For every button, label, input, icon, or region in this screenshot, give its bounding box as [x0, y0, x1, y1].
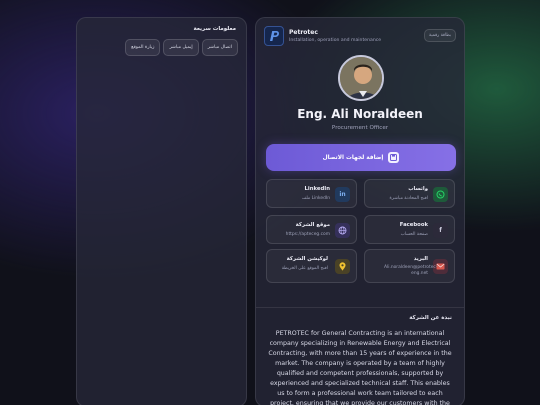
linkedin-tile[interactable]: in LinkedIn ملف LinkedIn — [266, 179, 357, 208]
whatsapp-value: افتح المحادثة مباشرة — [389, 196, 429, 201]
company-name: Petrotec — [289, 29, 318, 36]
person-name: Eng. Ali Noraldeen — [297, 107, 423, 121]
digital-card-button[interactable]: بطاقة رقمية — [424, 29, 456, 42]
about-text: PETROTEC for General Contracting is an i… — [268, 330, 452, 405]
save-contact-button[interactable]: إضافة لجهات الاتصال — [266, 144, 456, 171]
direct-call-button[interactable]: اتصال مباشر — [201, 39, 238, 56]
email-value: Ali.noraldeen@petrotec-eng.net — [384, 265, 438, 276]
website-name: موقع الشركة — [295, 222, 330, 228]
location-tile[interactable]: لوكيشن الشركة افتح الموقع على الخريطة — [266, 249, 357, 283]
location-name: لوكيشن الشركة — [286, 256, 328, 262]
card-header: Petrotec Installation, operation and mai… — [264, 26, 456, 48]
logo-icon — [264, 26, 284, 46]
globe-icon — [335, 223, 350, 238]
person-role: Procurement Officer — [331, 125, 389, 131]
whatsapp-icon — [433, 187, 448, 202]
website-value: https://apteceg.com — [285, 232, 330, 237]
direct-email-button[interactable]: إيميل مباشر — [163, 39, 199, 56]
visit-website-button[interactable]: زيارة الموقع — [125, 39, 161, 56]
quick-actions: اتصال مباشر إيميل مباشر زيارة الموقع — [125, 39, 238, 56]
location-value: افتح الموقع على الخريطة — [281, 266, 328, 271]
location-pin-icon — [335, 259, 350, 274]
company-tagline: Installation, operation and maintenance — [289, 38, 382, 43]
facebook-tile[interactable]: f Facebook صفحة الحساب — [364, 215, 455, 244]
save-contact-label: إضافة لجهات الاتصال — [322, 154, 384, 161]
facebook-icon: f — [433, 223, 448, 238]
save-contact-icon — [388, 152, 400, 163]
linkedin-icon: in — [335, 187, 350, 202]
whatsapp-tile[interactable]: واتساب افتح المحادثة مباشرة — [364, 179, 455, 208]
avatar — [338, 55, 384, 101]
business-card: Petrotec Installation, operation and mai… — [255, 17, 465, 405]
email-name: البريد — [413, 256, 428, 262]
quick-info-title: معلومات سريعة — [193, 26, 236, 32]
section-divider — [256, 307, 464, 308]
facebook-value: صفحة الحساب — [400, 232, 428, 237]
facebook-name: Facebook — [399, 222, 428, 228]
email-tile[interactable]: البريد Ali.noraldeen@petrotec-eng.net — [364, 249, 455, 283]
website-tile[interactable]: موقع الشركة https://apteceg.com — [266, 215, 357, 244]
about-title: نبذة عن الشركة — [409, 315, 452, 321]
linkedin-name: LinkedIn — [304, 186, 330, 192]
quick-info-panel: معلومات سريعة اتصال مباشر إيميل مباشر زي… — [76, 17, 247, 405]
linkedin-value: ملف LinkedIn — [301, 196, 330, 201]
whatsapp-name: واتساب — [408, 186, 428, 192]
